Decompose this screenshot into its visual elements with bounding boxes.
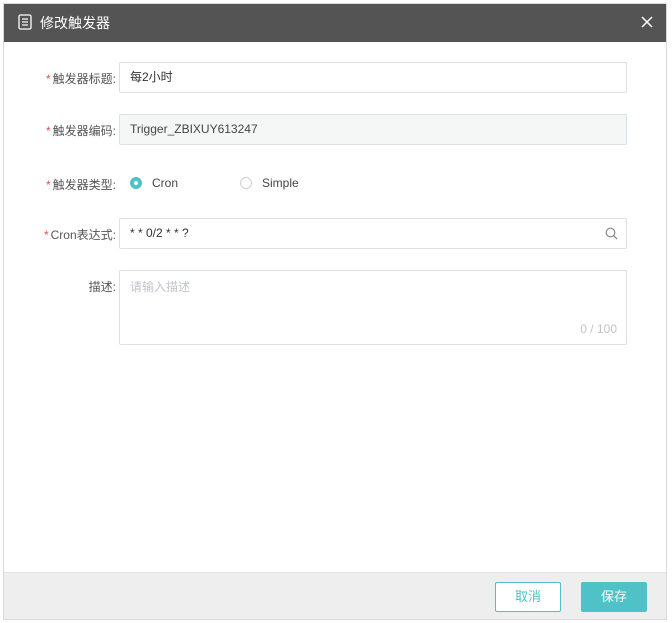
description-placeholder: 请输入描述 bbox=[130, 280, 191, 294]
description-textarea[interactable]: 请输入描述 0 / 100 bbox=[119, 270, 627, 345]
required-mark: * bbox=[43, 228, 49, 242]
cron-label: * Cron表达式: bbox=[44, 226, 116, 243]
trigger-code-input: Trigger_ZBIXUY613247 bbox=[119, 114, 627, 145]
cancel-button[interactable]: 取消 bbox=[495, 582, 561, 612]
label-text: 触发器编码: bbox=[52, 124, 116, 138]
save-button[interactable]: 保存 bbox=[581, 582, 647, 612]
edit-trigger-dialog: 修改触发器 * 触发器标题: 每2小时 * 触发器编码: Trigger_ZBIXU… bbox=[3, 3, 667, 620]
document-icon bbox=[18, 14, 32, 30]
description-label: 描述: bbox=[88, 280, 116, 294]
char-counter: 0 / 100 bbox=[580, 322, 617, 336]
dialog-footer: 取消 保存 bbox=[4, 572, 666, 619]
trigger-title-value: 每2小时 bbox=[130, 70, 173, 84]
trigger-code-value: Trigger_ZBIXUY613247 bbox=[130, 122, 258, 136]
label-text: Cron表达式: bbox=[50, 228, 116, 242]
required-mark: * bbox=[45, 178, 51, 192]
radio-simple[interactable]: Simple bbox=[240, 176, 299, 190]
radio-checked-icon bbox=[130, 177, 142, 189]
trigger-type-label: * 触发器类型: bbox=[46, 176, 116, 193]
close-icon[interactable] bbox=[640, 15, 654, 29]
radio-unchecked-icon bbox=[240, 177, 252, 189]
cron-expression-input[interactable]: * * 0/2 * * ? bbox=[119, 218, 627, 249]
dialog-title: 修改触发器 bbox=[40, 15, 110, 31]
required-mark: * bbox=[45, 124, 51, 138]
trigger-title-input[interactable]: 每2小时 bbox=[119, 62, 627, 93]
trigger-code-label: * 触发器编码: bbox=[46, 122, 116, 139]
dialog-header: 修改触发器 bbox=[4, 4, 666, 42]
cron-expression-value: * * 0/2 * * ? bbox=[130, 226, 189, 240]
required-mark: * bbox=[45, 72, 51, 86]
radio-cron[interactable]: Cron bbox=[130, 176, 178, 190]
trigger-title-label: * 触发器标题: bbox=[46, 70, 116, 87]
search-icon[interactable] bbox=[605, 227, 618, 240]
radio-cron-label: Cron bbox=[152, 176, 179, 190]
label-text: 触发器类型: bbox=[52, 178, 116, 192]
radio-simple-label: Simple bbox=[262, 176, 299, 190]
label-text: 触发器标题: bbox=[52, 72, 116, 86]
